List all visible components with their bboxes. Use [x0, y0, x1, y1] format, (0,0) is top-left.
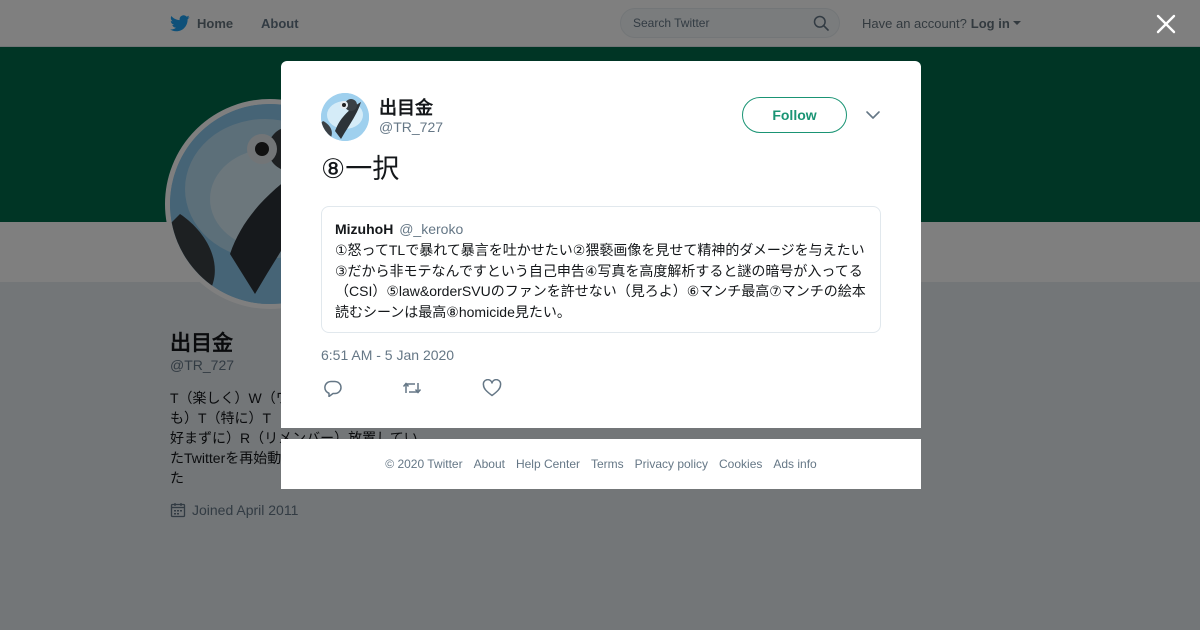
- tweet-text: ⑧一択: [321, 154, 400, 184]
- quoted-author-handle: @_keroko: [399, 221, 464, 237]
- footer-link-cookies[interactable]: Cookies: [719, 457, 762, 471]
- close-icon[interactable]: [1155, 13, 1177, 35]
- footer-link-terms[interactable]: Terms: [591, 457, 624, 471]
- quoted-tweet-text: ①怒ってTLで暴れて暴言を吐かせたい②猥褻画像を見せて精神的ダメージを与えたい③…: [335, 242, 866, 320]
- footer-copyright: © 2020 Twitter: [385, 457, 463, 471]
- tweet-modal: 出目金 @TR_727 Follow ⑧一択 MizuhoH @_keroko …: [281, 61, 921, 428]
- author-name[interactable]: 出目金: [379, 94, 433, 120]
- reply-icon[interactable]: [323, 379, 343, 397]
- quoted-tweet[interactable]: MizuhoH @_keroko ①怒ってTLで暴れて暴言を吐かせたい②猥褻画像…: [321, 206, 881, 333]
- quoted-tweet-header: MizuhoH @_keroko: [335, 220, 868, 238]
- goldfish-avatar-image: [321, 93, 369, 141]
- footer-link-help-center[interactable]: Help Center: [516, 457, 580, 471]
- heart-icon[interactable]: [482, 379, 502, 397]
- quoted-author-name: MizuhoH: [335, 221, 394, 237]
- follow-button[interactable]: Follow: [742, 97, 847, 133]
- footer-link-ads-info[interactable]: Ads info: [773, 457, 816, 471]
- retweet-icon[interactable]: [402, 379, 422, 397]
- footer-link-privacy-policy[interactable]: Privacy policy: [635, 457, 708, 471]
- tweet-timestamp[interactable]: 6:51 AM - 5 Jan 2020: [321, 347, 454, 363]
- modal-footer: © 2020 Twitter About Help Center Terms P…: [281, 439, 921, 489]
- author-avatar[interactable]: [321, 93, 369, 141]
- author-handle[interactable]: @TR_727: [379, 119, 443, 135]
- footer-link-about[interactable]: About: [474, 457, 505, 471]
- chevron-down-icon[interactable]: [865, 109, 881, 121]
